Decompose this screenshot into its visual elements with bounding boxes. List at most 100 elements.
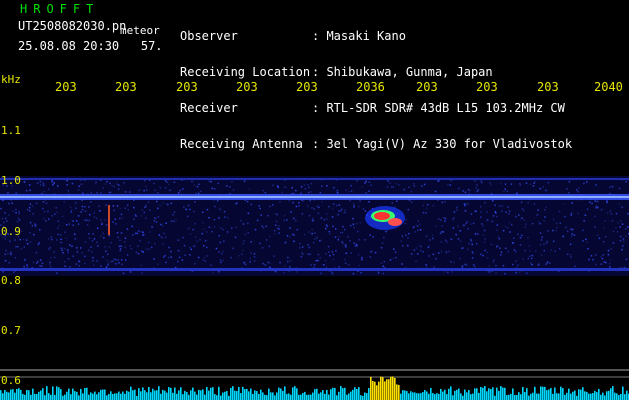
level-bar (418, 393, 420, 400)
noise-dot (26, 208, 29, 211)
noise-dot (616, 231, 619, 233)
level-bar (416, 393, 418, 400)
level-bar (474, 388, 476, 400)
noise-dot (112, 260, 114, 263)
noise-dot (88, 237, 91, 239)
noise-dot (181, 259, 184, 261)
noise-dot (451, 271, 453, 273)
noise-dot (189, 254, 191, 256)
level-bar (40, 390, 42, 400)
noise-dot (313, 238, 316, 240)
noise-dot (488, 271, 491, 274)
level-bar (146, 392, 148, 400)
noise-dot (466, 221, 468, 223)
noise-dot (213, 188, 216, 190)
noise-dot (465, 222, 467, 225)
level-bar (258, 393, 260, 400)
noise-dot (164, 254, 166, 257)
level-bar (588, 393, 590, 400)
level-bar (420, 393, 422, 400)
noise-dot (512, 242, 515, 244)
noise-dot (219, 241, 221, 244)
noise-dot (33, 233, 35, 236)
level-bar (178, 390, 180, 400)
noise-dot (261, 225, 263, 227)
noise-dot (243, 240, 245, 242)
noise-dot (558, 210, 561, 213)
level-bar (554, 387, 556, 400)
noise-dot (191, 270, 193, 273)
level-bar (100, 389, 102, 400)
noise-dot (86, 219, 88, 221)
noise-dot (277, 186, 279, 188)
noise-dot (519, 182, 521, 185)
level-bar (46, 386, 48, 400)
level-bar (186, 391, 188, 400)
level-bar (482, 387, 484, 400)
level-bar (402, 390, 404, 400)
noise-dot (469, 189, 471, 192)
noise-dot (70, 211, 72, 213)
level-bar (156, 390, 158, 400)
noise-dot (472, 252, 474, 254)
noise-dot (67, 189, 70, 192)
noise-dot (265, 225, 268, 227)
level-bar (176, 393, 178, 400)
noise-dot (374, 251, 377, 254)
noise-dot (157, 263, 159, 265)
noise-dot (594, 200, 596, 202)
noise-dot (456, 206, 458, 209)
noise-dot (525, 223, 527, 225)
x-tick: 203 (476, 80, 498, 94)
noise-dot (162, 243, 164, 246)
noise-dot (29, 203, 32, 205)
noise-dot (28, 184, 31, 186)
noise-dot (533, 203, 536, 205)
noise-dot (606, 212, 609, 214)
noise-dot (238, 255, 240, 257)
noise-dot (70, 209, 73, 211)
noise-dot (65, 237, 68, 239)
level-bar (184, 390, 186, 400)
noise-dot (444, 239, 447, 242)
level-bar (496, 387, 498, 400)
datetime-value: 25.08.08 20:30 (18, 39, 120, 53)
level-bar (536, 393, 538, 400)
y-tick: 0.8 (1, 274, 21, 287)
noise-dot (226, 185, 228, 187)
noise-dot (459, 257, 461, 260)
noise-dot (395, 256, 397, 259)
noise-dot (492, 261, 495, 263)
level-bar (162, 389, 164, 400)
noise-dot (605, 261, 607, 264)
noise-dot (240, 219, 242, 222)
noise-dot (380, 262, 383, 264)
noise-dot (338, 210, 340, 212)
noise-dot (537, 214, 539, 216)
noise-dot (157, 216, 160, 218)
noise-dot (119, 207, 121, 210)
level-bar (54, 394, 56, 400)
noise-dot (357, 253, 360, 256)
noise-dot (562, 235, 564, 237)
noise-dot (563, 203, 566, 205)
level-bar (262, 392, 264, 400)
noise-dot (381, 242, 384, 244)
noise-dot (596, 234, 599, 237)
level-bar (626, 390, 628, 400)
noise-dot (386, 186, 389, 188)
noise-dot (584, 214, 587, 216)
level-bar (260, 389, 262, 400)
level-bar (96, 394, 98, 400)
noise-dot (172, 213, 174, 216)
noise-dot (298, 201, 300, 204)
level-bar (102, 389, 104, 400)
noise-dot (464, 263, 467, 266)
noise-dot (93, 212, 95, 214)
level-bar (568, 388, 570, 400)
noise-dot (250, 241, 252, 243)
noise-dot (42, 182, 45, 184)
noise-dot (621, 223, 624, 225)
noise-dot (595, 206, 598, 208)
noise-dot (431, 234, 434, 236)
